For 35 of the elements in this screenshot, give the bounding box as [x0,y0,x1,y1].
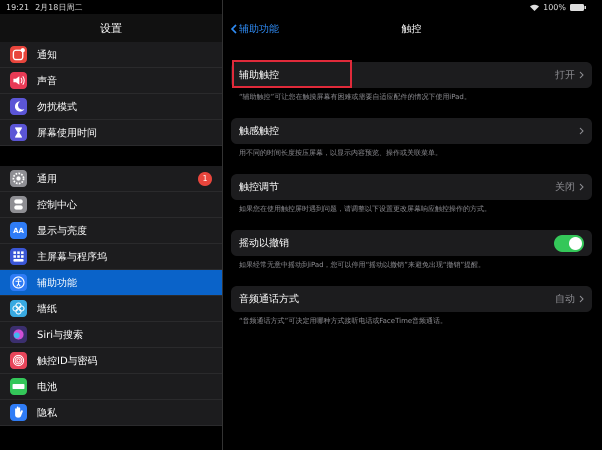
back-button[interactable]: 辅助功能 [231,22,279,36]
sidebar-item[interactable]: 隐私 [0,400,222,426]
row-value: 关闭 [555,180,575,194]
battery-percent: 100% [543,2,566,12]
settings-row[interactable]: 触控调节 关闭 [231,174,592,200]
settings-row[interactable]: 辅助触控 打开 [231,62,592,88]
sidebar-item[interactable]: 屏幕使用时间 [0,120,222,146]
chevron-icon [579,295,584,303]
page-title: 触控 [402,24,422,35]
chevron-icon [579,71,584,79]
chevron-icon [579,183,584,191]
sidebar-item[interactable]: Siri与搜索 [0,322,222,348]
sidebar-item[interactable]: 通知 [0,42,222,68]
toggle-switch[interactable] [554,234,584,252]
notification-badge: 1 [198,172,212,186]
sidebar-item[interactable]: 勿扰模式 [0,94,222,120]
battery-icon [570,4,586,10]
sidebar-item[interactable]: 触控ID与密码 [0,348,222,374]
wifi-icon [530,4,540,10]
sidebar-item[interactable]: 控制中心 [0,192,222,218]
sidebar-item[interactable]: 通用 1 [0,166,222,192]
sidebar-title: 设置 [100,20,122,36]
row-value: 打开 [555,68,575,82]
sidebar-item[interactable]: 声音 [0,68,222,94]
settings-row[interactable]: 触感触控 [231,118,592,144]
row-value: 自动 [555,293,575,306]
sidebar-item[interactable]: 电池 [0,374,222,400]
status-time: 19:21 [6,2,30,12]
back-chevron-icon [231,24,237,34]
settings-row[interactable]: 音频通话方式 自动 [231,286,592,312]
settings-row[interactable]: 摇动以撤销 [231,230,592,256]
status-date: 2月18日周二 [35,2,82,12]
sidebar-item[interactable]: 墙纸 [0,296,222,322]
chevron-icon [579,127,584,135]
sidebar-item[interactable]: 辅助功能 [0,270,222,296]
